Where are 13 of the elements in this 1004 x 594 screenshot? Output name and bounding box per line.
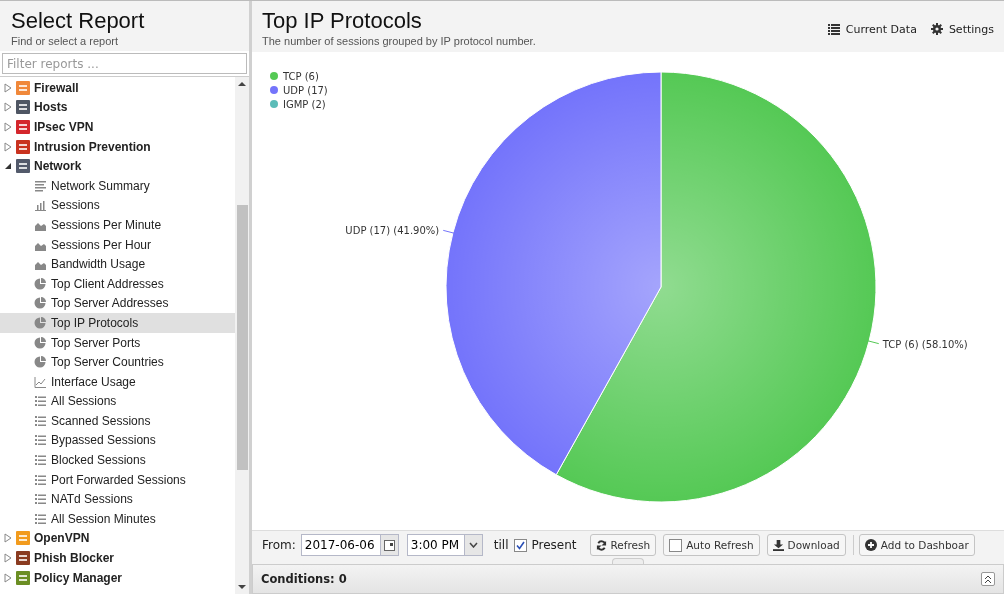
till-label: till <box>493 538 509 553</box>
conditions-title: Conditions: 0 <box>261 572 347 587</box>
checkbox-label: Present <box>531 538 577 553</box>
panel-subtitle: Find or select a report <box>11 35 119 47</box>
legend-label: TCP (6) <box>283 71 319 83</box>
report-title: Top IP Protocols <box>262 7 423 35</box>
slice-label: UDP (17) (41.90%) <box>345 225 440 237</box>
legend-label: UDP (17) <box>283 85 328 97</box>
panel-title: Select Report <box>11 7 146 35</box>
report-description: The number of sessions grouped by IP protocol number. <box>262 35 536 47</box>
legend-label: IGMP (2) <box>283 99 326 111</box>
slice-label: TCP (6) (58.10%) <box>882 338 968 350</box>
from-label: From: <box>262 538 296 553</box>
